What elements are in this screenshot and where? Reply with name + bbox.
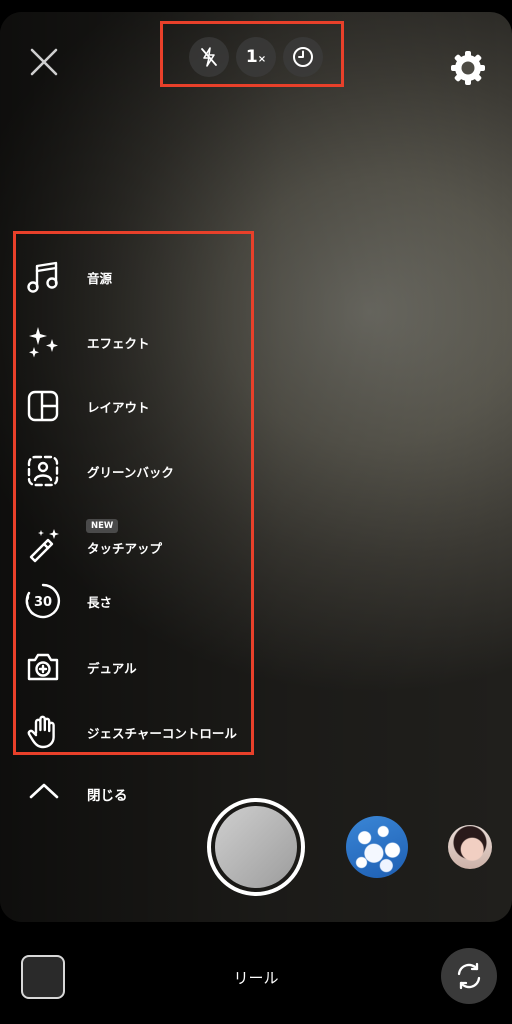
close-button[interactable]: [26, 44, 62, 80]
chevron-up-icon: [29, 783, 59, 799]
gear-icon: [451, 51, 485, 85]
close-icon: [30, 48, 58, 76]
flash-toggle[interactable]: [189, 37, 229, 77]
record-button-inner: [215, 806, 297, 888]
mode-label[interactable]: リール: [0, 967, 512, 988]
timer-button[interactable]: [283, 37, 323, 77]
settings-button[interactable]: [448, 48, 488, 88]
zoom-value: 1: [245, 47, 258, 67]
collapse-label: 閉じる: [87, 788, 128, 804]
effect-thumbnail-sky[interactable]: [346, 816, 408, 878]
top-controls-highlight: 1×: [160, 21, 344, 87]
zoom-button[interactable]: 1×: [236, 37, 276, 77]
timer-icon: [293, 47, 313, 67]
flip-camera-icon: [457, 962, 481, 990]
record-button[interactable]: [207, 798, 305, 896]
zoom-unit: ×: [257, 54, 267, 65]
collapse-menu-button[interactable]: 閉じる: [0, 770, 200, 814]
flash-off-icon: [201, 47, 217, 67]
menu-highlight: [13, 231, 254, 755]
zoom-label: 1×: [246, 47, 266, 67]
effect-thumbnail-person[interactable]: [448, 825, 492, 869]
flip-camera-button[interactable]: [441, 948, 497, 1004]
